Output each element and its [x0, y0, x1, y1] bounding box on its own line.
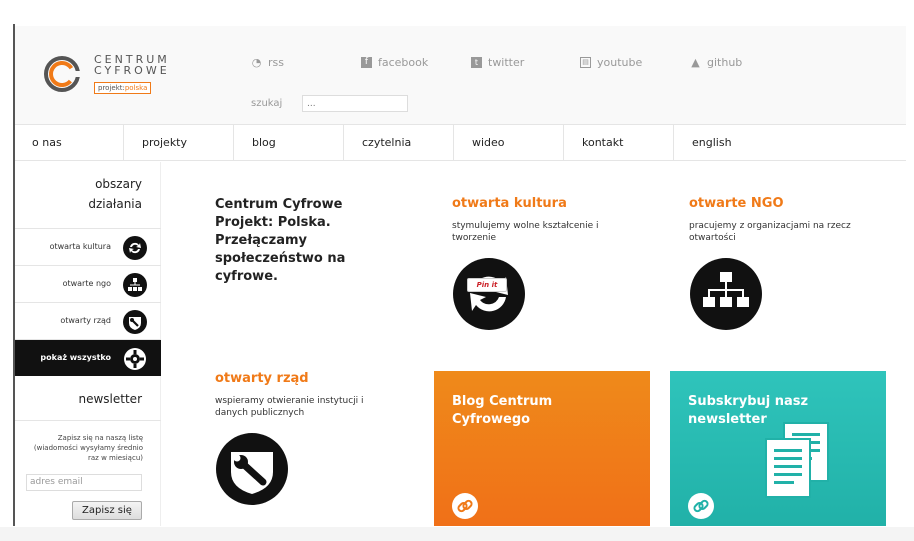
browser-page: CENTRUM CYFROWE projekt:polska ◔ rss f f… [14, 24, 906, 526]
sidebar-item-label: pokaż wszystko [40, 353, 111, 362]
sidebar: obszary działania otwarta kultura otwart… [14, 162, 161, 526]
site-header: CENTRUM CYFROWE projekt:polska ◔ rss f f… [14, 26, 906, 124]
github-icon: ▲ [691, 56, 700, 69]
social-label-rss: rss [268, 56, 284, 69]
frame-left-edge [13, 24, 15, 526]
social-label-twitter: twitter [488, 56, 525, 69]
ngo-org-icon[interactable] [689, 257, 763, 331]
nav-item-o-nas[interactable]: o nas [14, 125, 124, 160]
social-label-youtube: youtube [597, 56, 643, 69]
blog-tile-title: Blog Centrum Cyfrowego [452, 394, 553, 427]
logo-badge-prefix: projekt: [98, 84, 125, 92]
social-link-facebook[interactable]: f facebook [361, 56, 428, 69]
show-all-gear-icon [124, 348, 146, 370]
sidebar-heading-line2: działania [88, 197, 142, 211]
social-label-facebook: facebook [378, 56, 429, 69]
newsletter-heading: newsletter [78, 392, 143, 406]
sidebar-heading-line1: obszary [95, 177, 142, 191]
twitter-icon: t [471, 57, 482, 68]
block-title-otwarty-rzad[interactable]: otwarty rząd [215, 371, 309, 386]
social-link-rss[interactable]: ◔ rss [251, 56, 284, 69]
block-text-otwarty-rzad: wspieramy otwieranie instytucji i danych… [215, 396, 364, 418]
logo-title-line2: CYFROWE [94, 64, 170, 77]
link-icon [688, 493, 714, 519]
sidebar-item-label: otwarte ngo [62, 279, 111, 288]
newsletter-description: Zapisz się na naszą listę (wiadomości wy… [33, 434, 143, 462]
nav-item-kontakt[interactable]: kontakt [564, 125, 674, 160]
link-icon [452, 493, 478, 519]
youtube-icon: ▤ [580, 57, 591, 68]
facebook-icon: f [361, 57, 372, 68]
block-text-otwarta-kultura: stymulujemy wolne kształcenie i tworzeni… [452, 221, 599, 243]
government-tool-icon [123, 310, 147, 334]
social-label-github: github [707, 56, 743, 69]
block-title-otwarta-kultura[interactable]: otwarta kultura [452, 196, 567, 211]
social-link-github[interactable]: ▲ github [690, 56, 742, 69]
intro-text: Centrum Cyfrowe Projekt: Polska. Przełąc… [215, 197, 346, 284]
culture-refresh-icon[interactable] [452, 257, 526, 331]
ngo-org-icon [123, 273, 147, 297]
main-nav: o nas projekty blog czytelnia wideo kont… [14, 124, 906, 161]
social-link-youtube[interactable]: ▤ youtube [580, 56, 642, 69]
documents-icon [765, 422, 829, 498]
sidebar-item-otwarte-ngo[interactable]: otwarte ngo [14, 265, 161, 302]
block-title-otwarte-ngo[interactable]: otwarte NGO [689, 196, 784, 211]
search-label: szukaj [251, 98, 283, 109]
sidebar-item-otwarty-rzad[interactable]: otwarty rząd [14, 302, 161, 339]
pin-it-button[interactable]: Pin it [467, 278, 507, 292]
block-text-otwarte-ngo: pracujemy z organizacjami na rzecz otwar… [689, 221, 851, 243]
blog-tile[interactable]: Blog Centrum Cyfrowego [434, 371, 650, 526]
logo-badge-accent: polska [124, 84, 148, 92]
nav-item-czytelnia[interactable]: czytelnia [344, 125, 454, 160]
sidebar-heading: obszary działania [88, 174, 142, 214]
nav-item-wideo[interactable]: wideo [454, 125, 564, 160]
newsletter-subscribe-button[interactable]: Zapisz się [72, 501, 142, 520]
culture-refresh-icon [123, 236, 147, 260]
logo-title: CENTRUM CYFROWE [94, 54, 170, 76]
bottom-fade [0, 527, 914, 541]
sidebar-item-pokaz-wszystko[interactable]: pokaż wszystko [14, 339, 161, 376]
newsletter-form: Zapisz się na naszą listę (wiadomości wy… [14, 420, 161, 526]
nav-item-blog[interactable]: blog [234, 125, 344, 160]
nav-item-english[interactable]: english [674, 125, 906, 160]
logo-badge: projekt:polska [94, 82, 152, 94]
sidebar-item-label: otwarty rząd [60, 316, 111, 325]
newsletter-email-input[interactable]: adres email [26, 474, 142, 491]
government-tool-icon[interactable] [215, 432, 289, 506]
nav-item-projekty[interactable]: projekty [124, 125, 234, 160]
rss-icon: ◔ [251, 56, 262, 69]
sidebar-item-otwarta-kultura[interactable]: otwarta kultura [14, 228, 161, 265]
social-link-twitter[interactable]: t twitter [471, 56, 524, 69]
newsletter-tile[interactable]: Subskrybuj nasz newsletter [670, 371, 886, 526]
sidebar-item-label: otwarta kultura [49, 242, 111, 251]
search-input[interactable] [302, 95, 408, 112]
centrum-cyfrowe-logo-icon[interactable] [44, 56, 80, 92]
